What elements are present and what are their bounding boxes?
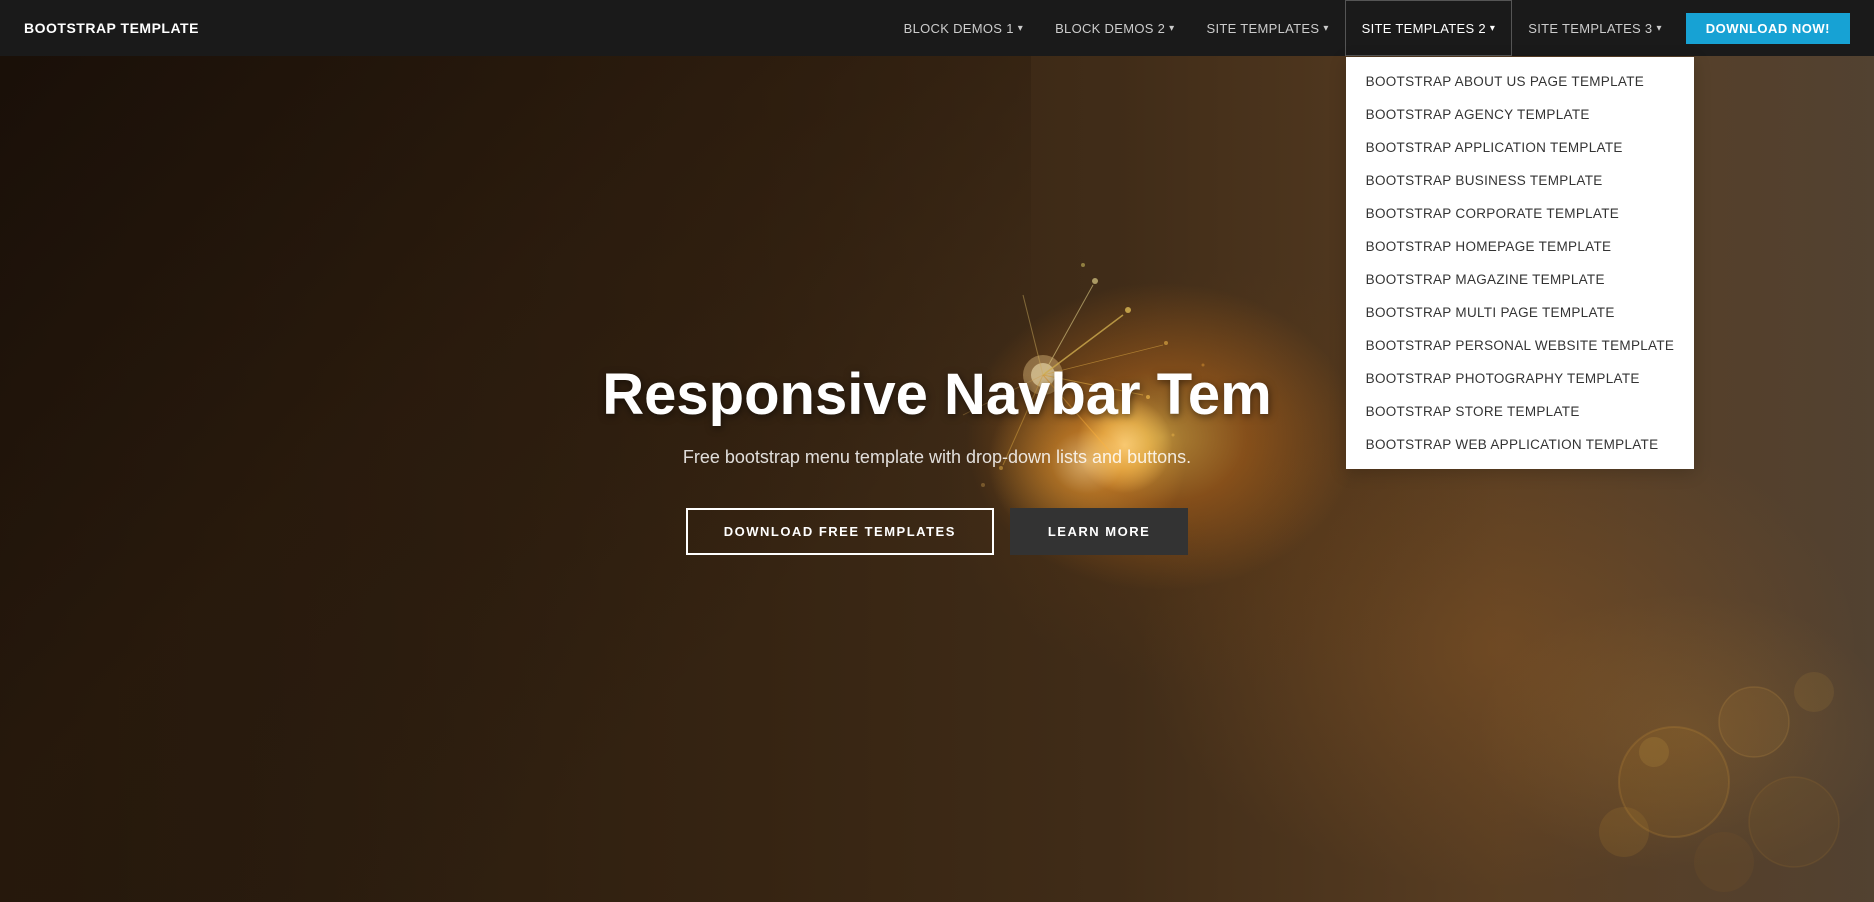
chevron-down-icon: ▾ [1169,23,1174,34]
hero-buttons: DOWNLOAD FREE TEMPLATES LEARN MORE [602,508,1271,555]
navbar-brand[interactable]: BOOTSTRAP TEMPLATE [24,20,199,36]
dropdown-item-web-app[interactable]: Bootstrap Web Application Template [1346,428,1695,461]
nav-item-block-demos-1[interactable]: BLOCK DEMOS 1 ▾ [888,0,1039,56]
chevron-down-icon: ▾ [1656,23,1661,34]
dropdown-item-magazine[interactable]: Bootstrap Magazine Template [1346,263,1695,296]
learn-more-button[interactable]: LEARN MORE [1010,508,1188,555]
download-now-button[interactable]: DOWNLOAD NOW! [1686,13,1850,44]
nav-items: BLOCK DEMOS 1 ▾ BLOCK DEMOS 2 ▾ SITE TEM… [888,0,1850,56]
dropdown-item-personal[interactable]: Bootstrap Personal Website Template [1346,329,1695,362]
site-templates-2-dropdown: Bootstrap About Us Page Template Bootstr… [1346,57,1695,469]
nav-item-site-templates[interactable]: SITE TEMPLATES ▾ [1191,0,1345,56]
nav-item-site-templates-2[interactable]: SITE TEMPLATES 2 ▾ Bootstrap About Us Pa… [1345,0,1513,56]
chevron-down-icon: ▾ [1490,23,1495,34]
dropdown-item-agency[interactable]: Bootstrap Agency Template [1346,98,1695,131]
dropdown-item-corporate[interactable]: Bootstrap Corporate Template [1346,197,1695,230]
download-free-templates-button[interactable]: DOWNLOAD FREE TEMPLATES [686,508,994,555]
dropdown-item-store[interactable]: Bootstrap Store Template [1346,395,1695,428]
nav-item-site-templates-3[interactable]: SITE TEMPLATES 3 ▾ [1512,0,1678,56]
dropdown-item-business[interactable]: Bootstrap Business Template [1346,164,1695,197]
chevron-down-icon: ▾ [1018,23,1023,34]
dropdown-item-about-us[interactable]: Bootstrap About Us Page Template [1346,65,1695,98]
dropdown-item-application[interactable]: Bootstrap Application Template [1346,131,1695,164]
navbar: BOOTSTRAP TEMPLATE BLOCK DEMOS 1 ▾ BLOCK… [0,0,1874,56]
hero-title: Responsive Navbar Tem [602,363,1271,427]
dropdown-item-homepage[interactable]: Bootstrap Homepage Template [1346,230,1695,263]
hero-subtitle: Free bootstrap menu template with drop-d… [602,447,1271,468]
dropdown-item-photography[interactable]: Bootstrap Photography Template [1346,362,1695,395]
dropdown-item-multi-page[interactable]: Bootstrap Multi Page Template [1346,296,1695,329]
hero-content: Responsive Navbar Tem Free bootstrap men… [582,363,1291,555]
nav-item-block-demos-2[interactable]: BLOCK DEMOS 2 ▾ [1039,0,1190,56]
chevron-down-icon: ▾ [1323,23,1328,34]
